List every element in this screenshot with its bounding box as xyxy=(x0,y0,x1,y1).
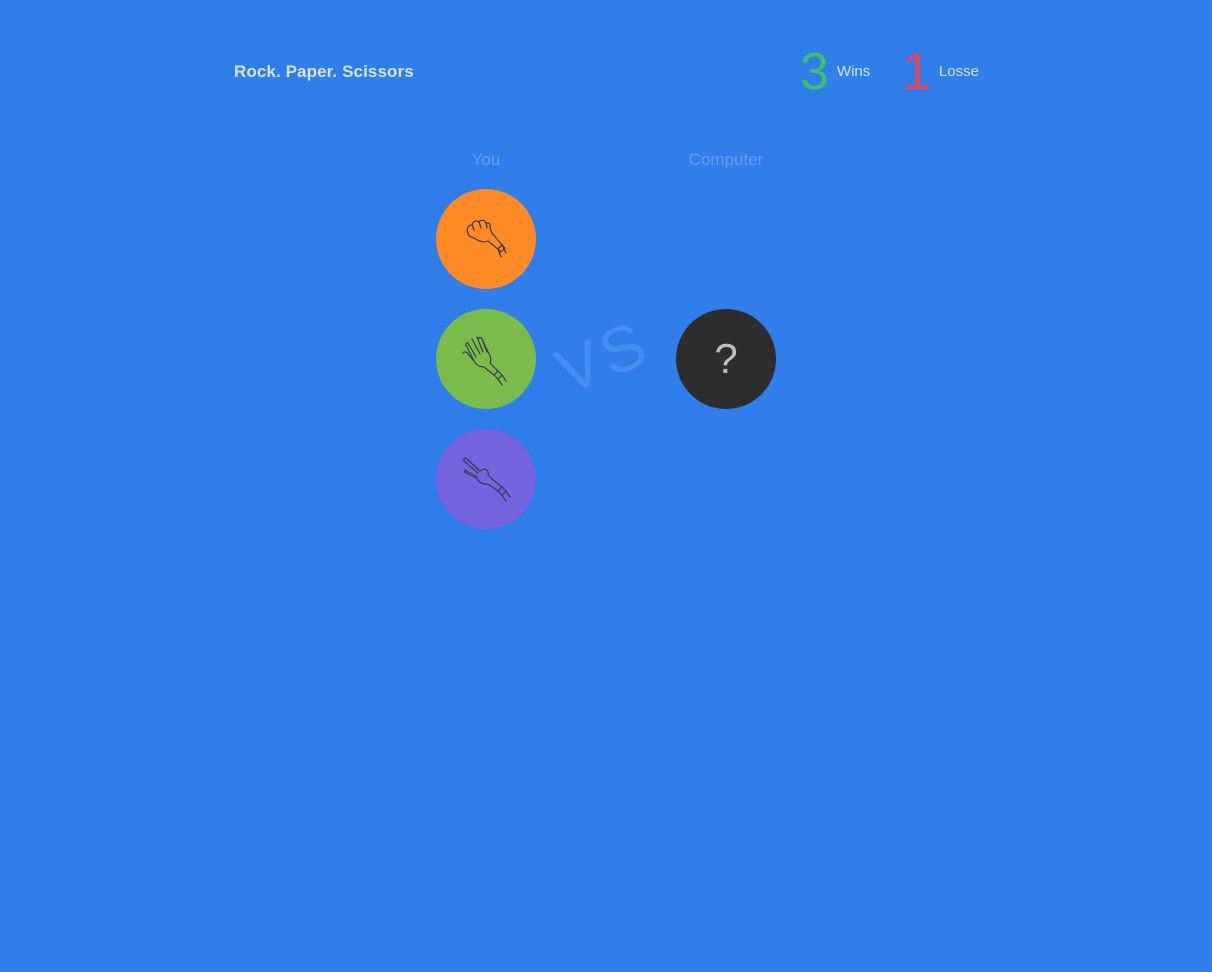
player-column-label: You xyxy=(471,150,501,169)
unknown-choice-icon: ? xyxy=(714,335,738,382)
paper-button[interactable] xyxy=(436,309,536,409)
computer-choice: ? xyxy=(676,309,776,409)
scissors-hand-icon xyxy=(463,457,511,502)
rock-button[interactable] xyxy=(436,189,536,289)
paper-hand-icon xyxy=(462,336,507,386)
wins-count: 3 xyxy=(800,43,829,101)
page-title: Rock. Paper. Scissors xyxy=(234,62,414,81)
scissors-button[interactable] xyxy=(436,429,536,529)
vs-label: VS xyxy=(545,306,660,408)
losses-label: Losse xyxy=(938,62,979,80)
losses-count: 1 xyxy=(902,43,931,101)
wins-score: 3 Wins xyxy=(800,44,870,100)
rock-hand-icon xyxy=(466,219,507,258)
wins-label: Wins xyxy=(836,62,871,80)
losses-score: 1 Losse xyxy=(902,44,979,100)
computer-column-label: Computer xyxy=(688,150,764,169)
